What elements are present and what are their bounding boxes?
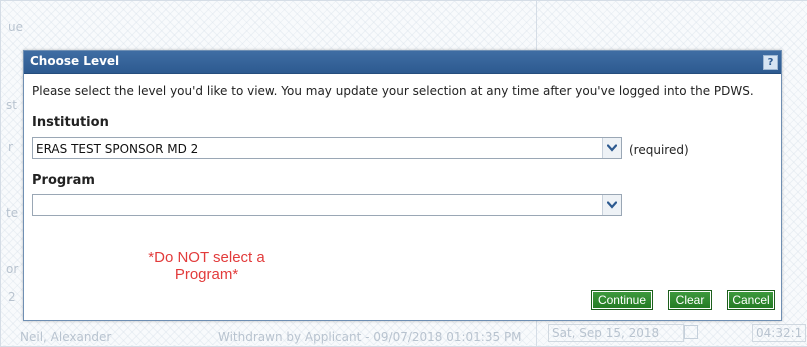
program-label: Program [32,173,95,188]
dialog-title: Choose Level [30,54,120,68]
background-fragment: 2 [8,290,16,304]
institution-select-value: ERAS TEST SPONSOR MD 2 [36,142,199,156]
dialog-titlebar[interactable]: Choose Level ? [24,51,781,74]
background-date-field[interactable]: Sat, Sep 15, 2018 [548,324,685,342]
chevron-down-icon [607,144,617,152]
background-fragment: or [6,262,19,276]
background-fragment: st [6,98,17,112]
background-status: Withdrawn by Applicant - 09/07/2018 01:0… [218,330,522,344]
institution-select[interactable]: ERAS TEST SPONSOR MD 2 [32,137,622,159]
annotation-line-1: *Do NOT select a [148,249,265,266]
institution-dropdown-button[interactable] [602,138,621,158]
background-top-text: ue [8,20,23,34]
clear-button[interactable]: Clear [668,290,712,310]
annotation-line-2: Program* [174,266,239,283]
background-time-field[interactable]: 04:32:1 [752,324,807,342]
program-select[interactable] [32,194,622,216]
background-applicant-name[interactable]: Neil, Alexander [20,330,111,344]
institution-label: Institution [32,115,109,130]
choose-level-dialog: Choose Level ? Please select the level y… [23,50,782,321]
required-indicator: (required) [629,143,689,157]
program-dropdown-button[interactable] [602,195,621,215]
background-fragment: r [8,140,13,154]
background-calendar-icon[interactable] [684,325,698,339]
dialog-instructions: Please select the level you'd like to vi… [32,84,754,98]
chevron-down-icon [607,201,617,209]
cancel-button[interactable]: Cancel [727,290,775,310]
continue-button[interactable]: Continue [591,290,653,310]
instruction-annotation: *Do NOT select a Program* [119,249,294,283]
help-icon[interactable]: ? [763,55,778,70]
background-fragment: te [6,206,19,220]
